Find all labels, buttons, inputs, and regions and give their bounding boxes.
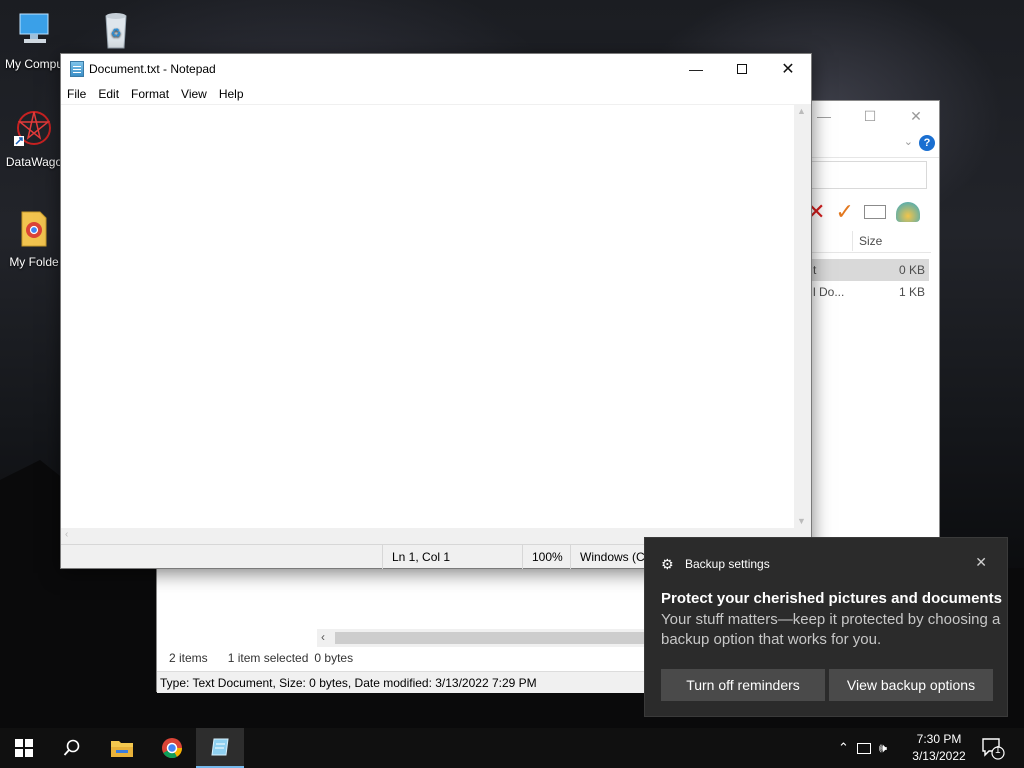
file-name: l Do... — [813, 285, 845, 299]
search-icon — [63, 739, 80, 756]
system-tray: ⌃ 🕪 — [838, 728, 887, 768]
explorer-caption-buttons: — ☐ ✕ — [801, 101, 939, 131]
file-name: t — [813, 263, 817, 277]
minimize-icon: — — [689, 61, 703, 77]
clock-time: 7:30 PM — [916, 732, 962, 746]
list-item[interactable]: t 0 KB — [807, 259, 929, 281]
close-icon: ✕ — [781, 61, 795, 78]
zoom-level: 100% — [522, 545, 572, 569]
cursor-position: Ln 1, Col 1 — [382, 545, 522, 569]
notification-icon — [982, 738, 1005, 760]
chevron-down-icon[interactable]: ⌄ — [904, 135, 913, 148]
selected-bytes: 0 bytes — [314, 651, 354, 665]
folder-icon — [21, 211, 47, 247]
start-button[interactable] — [0, 728, 48, 768]
toast-body: Your stuff matters—keep it protected by … — [661, 611, 1001, 648]
svg-text:♻: ♻ — [111, 26, 122, 40]
menu-help[interactable]: Help — [219, 84, 250, 104]
file-size: 1 KB — [898, 285, 925, 299]
item-count: 2 items — [169, 651, 208, 665]
volume-icon[interactable]: 🕪 — [879, 740, 887, 756]
folder-icon — [111, 741, 133, 757]
menu-edit[interactable]: Edit — [98, 84, 125, 104]
gear-icon: ⚙ — [661, 556, 674, 572]
backup-toast[interactable]: ⚙ Backup settings ✕ Protect your cherish… — [644, 537, 1008, 717]
windows-icon — [15, 739, 33, 757]
text-editor[interactable] — [61, 104, 811, 544]
line-ending: Windows (C — [570, 545, 648, 569]
notepad-icon — [211, 738, 229, 756]
notification-count: 1 — [995, 745, 1001, 756]
scroll-left-icon[interactable]: ‹ — [321, 630, 325, 644]
help-icon[interactable]: ? — [919, 135, 935, 151]
scroll-down-icon[interactable]: ▼ — [797, 516, 806, 526]
list-item[interactable]: l Do... 1 KB — [807, 281, 929, 303]
scroll-up-icon[interactable]: ▲ — [797, 106, 806, 116]
recycle-bin-icon: ♻ — [105, 13, 127, 49]
search-input[interactable] — [807, 161, 927, 189]
clock-date: 3/13/2022 — [912, 749, 966, 763]
shell-icon[interactable] — [895, 202, 920, 222]
view-backup-options-button[interactable]: View backup options — [829, 669, 993, 701]
notepad-icon — [70, 61, 84, 77]
chevron-up-icon[interactable]: ⌃ — [838, 740, 849, 756]
close-icon[interactable]: ✕ — [975, 554, 987, 571]
menu-file[interactable]: File — [67, 84, 92, 104]
title-bar[interactable]: Document.txt - Notepad — ✕ — [61, 54, 811, 84]
taskbar-clock[interactable]: 7:30 PM 3/13/2022 — [906, 731, 972, 765]
menu-format[interactable]: Format — [131, 84, 175, 104]
notepad-window[interactable]: Document.txt - Notepad — ✕ File Edit For… — [60, 53, 812, 569]
taskbar-file-explorer[interactable] — [98, 728, 146, 768]
maximize-icon — [737, 64, 747, 74]
check-icon[interactable]: ✓ — [835, 199, 853, 225]
turn-off-reminders-button[interactable]: Turn off reminders — [661, 669, 825, 701]
scroll-left-icon[interactable]: ‹ — [65, 529, 68, 540]
column-size[interactable]: Size — [859, 234, 882, 248]
computer-icon — [19, 13, 49, 43]
toast-app-name: Backup settings — [685, 557, 770, 571]
explorer-toolbar: ✕ ✓ — [807, 199, 920, 225]
maximize-icon[interactable]: ☐ — [847, 101, 893, 131]
taskbar-chrome[interactable] — [148, 728, 196, 768]
search-button[interactable] — [48, 728, 96, 768]
maximize-button[interactable] — [719, 54, 765, 84]
close-icon[interactable]: ✕ — [893, 101, 939, 131]
envelope-icon[interactable] — [863, 205, 886, 219]
menu-bar: File Edit Format View Help — [61, 84, 811, 104]
file-size: 0 KB — [898, 263, 925, 277]
network-icon[interactable] — [856, 742, 871, 754]
datawagon-icon — [14, 111, 51, 146]
taskbar-notepad[interactable] — [196, 728, 244, 768]
menu-view[interactable]: View — [181, 84, 213, 104]
desktop-icon-recycle-bin[interactable]: ♻ — [78, 10, 154, 57]
close-button[interactable]: ✕ — [765, 54, 811, 84]
selected-count: 1 item selected — [227, 651, 309, 665]
taskbar: ⌃ 🕪 7:30 PM 3/13/2022 1 — [0, 728, 1024, 768]
column-header: Size — [807, 229, 931, 253]
window-title: Document.txt - Notepad — [89, 62, 216, 76]
vertical-scrollbar[interactable]: ▲ ▼ — [794, 104, 811, 528]
action-center-button[interactable]: 1 — [980, 736, 1006, 760]
chrome-icon — [162, 738, 183, 759]
explorer-status: 2 items 1 item selected 0 bytes — [169, 651, 353, 665]
minimize-button[interactable]: — — [673, 54, 719, 84]
toast-heading: Protect your cherished pictures and docu… — [661, 590, 1002, 607]
